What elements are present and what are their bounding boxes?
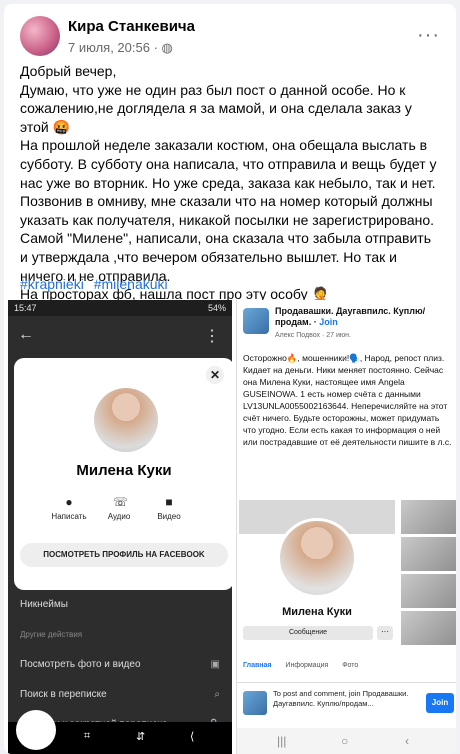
back-icon: ‹ bbox=[405, 734, 409, 748]
recent-apps-icon: ||| bbox=[277, 734, 287, 748]
profile-photo bbox=[277, 518, 357, 598]
android-nav-bar: ||| ○ ‹ bbox=[237, 728, 456, 754]
settings-section-label: Другие действия bbox=[20, 630, 83, 639]
message-action: ● Написать bbox=[44, 496, 94, 521]
app-bar: ← ⋮ bbox=[8, 318, 232, 354]
action-label: Написать bbox=[51, 512, 87, 521]
view-profile-button: ПОСМОТРЕТЬ ПРОФИЛЬ НА FACEBOOK bbox=[20, 543, 228, 567]
post-header: Кира Станкевича 7 июля, 20:56 · ◍ ··· bbox=[20, 16, 440, 60]
settings-item: Посмотреть фото и видео ▣ bbox=[20, 650, 220, 680]
profile-name: Милена Куки bbox=[282, 606, 352, 618]
scroll-capture-icon: ⇵ bbox=[136, 731, 146, 743]
search-icon: ⌕ bbox=[214, 689, 220, 700]
thumbnail bbox=[401, 611, 456, 645]
post-date[interactable]: 7 июля, 20:56 bbox=[68, 40, 150, 55]
settings-item: Поиск в переписке ⌕ bbox=[20, 680, 220, 710]
profile-name: Милена Куки bbox=[76, 462, 172, 479]
phone-icon: ☏ bbox=[113, 495, 129, 509]
message-button: Сообщение bbox=[243, 626, 373, 640]
video-action: ■ Видео bbox=[144, 496, 194, 521]
post-body: Добрый вечер, Думаю, что уже не один раз… bbox=[20, 62, 438, 304]
author-avatar[interactable] bbox=[20, 16, 60, 56]
floating-circle bbox=[16, 710, 56, 750]
more-icon: ··· bbox=[377, 626, 393, 640]
crop-icon: ⌗ bbox=[84, 730, 91, 742]
profile-tabs: Главная Информация Фото bbox=[243, 662, 453, 678]
post-paragraph: Добрый вечер, bbox=[20, 63, 117, 79]
post-meta: 7 июля, 20:56 · ◍ bbox=[68, 40, 173, 56]
thumbnail bbox=[401, 574, 456, 608]
group-post-author: Алекс Подвох · 27 июн. bbox=[275, 332, 351, 339]
group-post-text: Осторожно🔥, мошенники!🗣️, Народ, репост … bbox=[243, 353, 452, 447]
status-bar: 15:47 54% bbox=[8, 300, 232, 316]
audio-action: ☏ Аудио bbox=[94, 496, 144, 521]
thumbnail bbox=[401, 500, 456, 534]
status-time: 15:47 bbox=[14, 303, 37, 313]
image-icon: ▣ bbox=[210, 659, 220, 670]
author-name[interactable]: Кира Станкевича bbox=[68, 18, 195, 35]
chat-bubble-icon: ● bbox=[65, 495, 73, 509]
facebook-post: Кира Станкевича 7 июля, 20:56 · ◍ ··· До… bbox=[4, 4, 456, 754]
post-paragraph: Думаю, что уже не один раз был пост о да… bbox=[20, 81, 412, 135]
join-button: Join bbox=[426, 693, 454, 713]
more-options-icon[interactable]: ··· bbox=[417, 24, 440, 47]
action-label: Аудио bbox=[107, 512, 131, 521]
video-camera-icon: ■ bbox=[165, 495, 173, 509]
attached-screenshot-facebook-group[interactable]: Продавашки. Даугавпилс. Куплю/продам. · … bbox=[236, 300, 456, 754]
group-name: Продавашки. Даугавпилс. Куплю/продам. · … bbox=[275, 306, 426, 327]
battery-status: 54% bbox=[207, 303, 226, 313]
hashtags: #krapnieki #milenakuki bbox=[20, 276, 174, 292]
tab-info: Информация bbox=[285, 662, 329, 669]
group-thumbnail bbox=[243, 308, 269, 334]
settings-item: Никнеймы bbox=[20, 599, 68, 610]
attached-screenshot-messenger[interactable]: 15:47 54% ← ⋮ ✕ Милена Куки ● Написать ☏… bbox=[8, 300, 232, 754]
thumbnail bbox=[401, 537, 456, 571]
share-icon: ⟨ bbox=[190, 731, 195, 743]
action-label: Видео bbox=[157, 512, 181, 521]
close-icon: ✕ bbox=[206, 366, 224, 384]
join-prompt: To post and comment, join Продавашки. Да… bbox=[273, 689, 409, 708]
globe-icon: · ◍ bbox=[153, 40, 173, 55]
group-post-header: Продавашки. Даугавпилс. Куплю/продам. · … bbox=[243, 304, 453, 340]
image-strip bbox=[401, 500, 456, 650]
hashtag-link[interactable]: #milenakuki bbox=[94, 276, 168, 292]
join-group-bar: To post and comment, join Продавашки. Да… bbox=[237, 682, 456, 726]
hashtag-link[interactable]: #krapnieki bbox=[20, 276, 84, 292]
home-icon: ○ bbox=[341, 734, 349, 748]
action-row: ● Написать ☏ Аудио ■ Видео bbox=[44, 496, 194, 532]
profile-modal: ✕ Милена Куки ● Написать ☏ Аудио ■ Видео… bbox=[14, 358, 232, 590]
back-arrow-icon: ← bbox=[18, 326, 34, 343]
post-paragraph: На прошлой неделе заказали костюм, она о… bbox=[20, 137, 437, 284]
group-thumbnail bbox=[243, 691, 267, 715]
tab-home: Главная bbox=[243, 662, 272, 669]
kebab-menu-icon: ⋮ bbox=[204, 328, 220, 345]
tab-photos: Фото bbox=[342, 662, 359, 669]
profile-photo bbox=[94, 388, 158, 452]
